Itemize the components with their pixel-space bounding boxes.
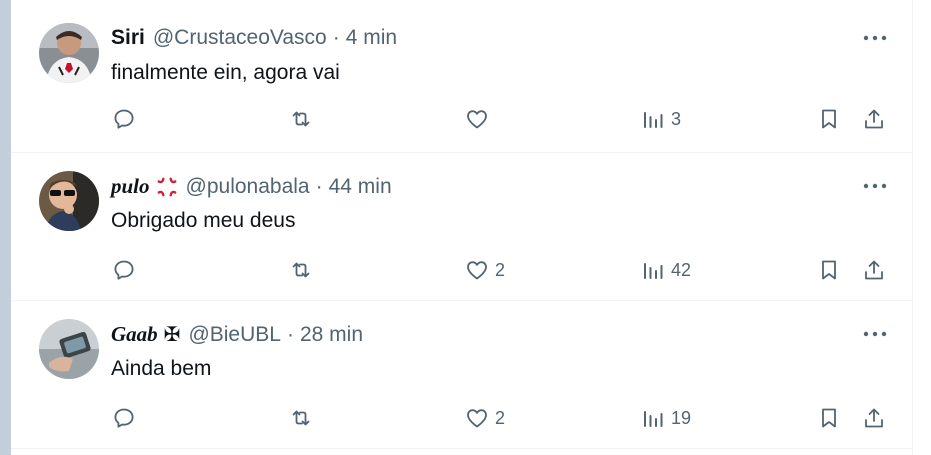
reply-icon [114,260,134,280]
bookmark-button[interactable] [817,104,841,134]
retweet-icon [292,111,310,127]
tweet-actions: 3 [11,104,912,134]
avatar[interactable] [39,23,99,83]
more-options-icon[interactable] [861,326,889,342]
tweet-text: finalmente ein, agora vai [111,61,340,84]
avatar[interactable] [39,319,99,379]
reply-button[interactable] [112,104,136,134]
tweet-actions: 2 19 [11,403,912,433]
views-chart-icon [644,411,663,427]
reply-feed: Siri @CrustaceoVasco · 4 min finalmente … [11,0,912,449]
bookmark-button[interactable] [817,255,841,285]
display-name[interactable]: pulo [111,174,150,199]
share-button[interactable] [862,104,886,134]
tweet-header: Gaab ✠ @BieUBL · 28 min [111,322,363,347]
retweet-icon [292,410,310,426]
more-options-icon[interactable] [861,30,889,46]
separator-dot: · [315,174,323,198]
view-count: 42 [671,259,692,280]
heart-icon [467,110,487,129]
reply-icon [114,408,134,428]
views-chart-icon [644,263,663,279]
share-icon [865,109,883,129]
retweet-button[interactable] [289,104,313,134]
tweet-text: Obrigado meu deus [111,209,296,232]
like-button[interactable]: 2 [465,403,505,433]
user-handle[interactable]: @CrustaceoVasco [153,26,327,50]
like-button[interactable] [465,104,489,134]
timestamp[interactable]: 28 min [300,323,363,347]
page-background-strip [0,0,11,455]
views-button[interactable]: 19 [641,403,691,433]
tweet[interactable]: Gaab ✠ @BieUBL · 28 min Ainda bem 2 19 [11,301,912,449]
bookmark-icon [822,408,836,428]
views-button[interactable]: 3 [641,104,681,134]
display-name[interactable]: Siri [111,26,145,50]
tweet-actions: 2 42 [11,255,912,285]
display-name[interactable]: Gaab [111,322,158,347]
bookmark-button[interactable] [817,403,841,433]
timestamp[interactable]: 44 min [329,175,392,199]
more-options-icon[interactable] [861,178,889,194]
views-button[interactable]: 42 [641,255,691,285]
bookmark-icon [822,260,836,280]
heart-icon [467,261,487,280]
views-chart-icon [644,112,663,128]
separator-dot: · [286,322,294,346]
like-count: 2 [495,259,506,280]
heart-icon [467,409,487,428]
tweet-header: Siri @CrustaceoVasco · 4 min [111,26,397,50]
tweet-text: Ainda bem [111,357,212,380]
reply-button[interactable] [112,255,136,285]
share-button[interactable] [862,255,886,285]
share-button[interactable] [862,403,886,433]
avatar[interactable] [39,171,99,231]
bookmark-icon [822,109,836,129]
tweet[interactable]: pulo @pulonabala · 44 min Obrigado meu d… [11,153,912,301]
retweet-button[interactable] [289,255,313,285]
user-handle[interactable]: @pulonabala [186,175,310,199]
like-button[interactable]: 2 [465,255,505,285]
maltese-cross-icon: ✠ [163,324,181,346]
reply-icon [114,109,134,129]
retweet-icon [292,262,310,278]
timestamp[interactable]: 4 min [346,26,397,50]
share-icon [865,408,883,428]
separator-dot: · [332,26,340,49]
tweet[interactable]: Siri @CrustaceoVasco · 4 min finalmente … [11,0,912,153]
view-count: 3 [671,108,682,129]
tweet-header: pulo @pulonabala · 44 min [111,174,392,199]
like-count: 2 [495,407,506,428]
anger-symbol-icon [156,176,178,198]
reply-button[interactable] [112,403,136,433]
user-handle[interactable]: @BieUBL [188,323,281,347]
view-count: 19 [671,407,692,428]
retweet-button[interactable] [289,403,313,433]
share-icon [865,260,883,280]
feed-border [912,0,913,455]
